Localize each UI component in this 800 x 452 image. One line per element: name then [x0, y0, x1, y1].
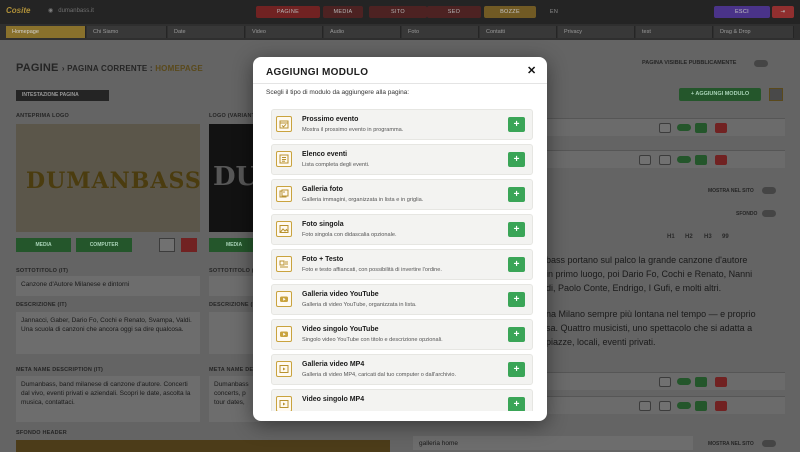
add-module-option-button[interactable]: +	[508, 292, 525, 307]
module-option-name: Galleria foto	[302, 186, 343, 193]
modal-title: AGGIUNGI MODULO	[266, 67, 369, 78]
calendar-check-icon	[276, 116, 292, 132]
module-option-desc: Singolo video YouTube con titolo e descr…	[302, 337, 443, 343]
module-option-video-singolo-mp4[interactable]: Video singolo MP4 +	[271, 389, 533, 411]
gallery-icon	[276, 186, 292, 202]
module-option-name: Galleria video YouTube	[302, 291, 379, 298]
add-module-option-button[interactable]: +	[508, 152, 525, 167]
add-module-option-button[interactable]: +	[508, 327, 525, 342]
module-option-name: Video singolo YouTube	[302, 326, 379, 333]
add-module-modal: AGGIUNGI MODULO ✕ Scegli il tipo di modu…	[253, 57, 547, 421]
modal-subtitle: Scegli il tipo di modulo da aggiungere a…	[266, 89, 410, 96]
module-option-desc: Foto e testo affiancati, con possibilità…	[302, 267, 442, 273]
module-option-desc: Galleria di video YouTube, organizzata i…	[302, 302, 417, 308]
add-module-option-button[interactable]: +	[508, 117, 525, 132]
module-option-desc: Galleria immagini, organizzata in lista …	[302, 197, 424, 203]
module-option-galleria-video-mp4[interactable]: Galleria video MP4 Galleria di video MP4…	[271, 354, 533, 385]
module-option-prossimo-evento[interactable]: Prossimo evento Mostra il prossimo event…	[271, 109, 533, 140]
module-option-foto-testo[interactable]: Foto + Testo Foto e testo affiancati, co…	[271, 249, 533, 280]
add-module-option-button[interactable]: +	[508, 257, 525, 272]
module-option-name: Foto + Testo	[302, 256, 344, 263]
module-option-elenco-eventi[interactable]: Elenco eventi Lista completa degli event…	[271, 144, 533, 175]
module-option-desc: Foto singola con didascalia opzionale.	[302, 232, 397, 238]
module-option-name: Galleria video MP4	[302, 361, 365, 368]
module-option-galleria-video-youtube[interactable]: Galleria video YouTube Galleria di video…	[271, 284, 533, 315]
module-option-video-singolo-youtube[interactable]: Video singolo YouTube Singolo video YouT…	[271, 319, 533, 350]
module-option-galleria-foto[interactable]: Galleria foto Galleria immagini, organiz…	[271, 179, 533, 210]
module-option-desc: Lista completa degli eventi.	[302, 162, 370, 168]
module-option-desc: Mostra il prossimo evento in programma.	[302, 127, 404, 133]
modal-divider	[253, 83, 547, 84]
module-option-name: Prossimo evento	[302, 116, 359, 123]
add-module-option-button[interactable]: +	[508, 222, 525, 237]
close-icon[interactable]: ✕	[527, 64, 536, 77]
module-option-foto-singola[interactable]: Foto singola Foto singola con didascalia…	[271, 214, 533, 245]
youtube-gallery-icon	[276, 291, 292, 307]
video-gallery-icon	[276, 361, 292, 377]
module-type-list: Prossimo evento Mostra il prossimo event…	[271, 109, 533, 411]
youtube-icon	[276, 326, 292, 342]
video-icon	[276, 396, 292, 411]
list-icon	[276, 151, 292, 167]
module-option-name: Foto singola	[302, 221, 344, 228]
image-text-icon	[276, 256, 292, 272]
module-option-name: Video singolo MP4	[302, 396, 365, 403]
module-option-name: Elenco eventi	[302, 151, 348, 158]
add-module-option-button[interactable]: +	[508, 397, 525, 411]
add-module-option-button[interactable]: +	[508, 362, 525, 377]
module-option-desc: Galleria di video MP4, caricati dal tuo …	[302, 372, 457, 378]
add-module-option-button[interactable]: +	[508, 187, 525, 202]
image-icon	[276, 221, 292, 237]
